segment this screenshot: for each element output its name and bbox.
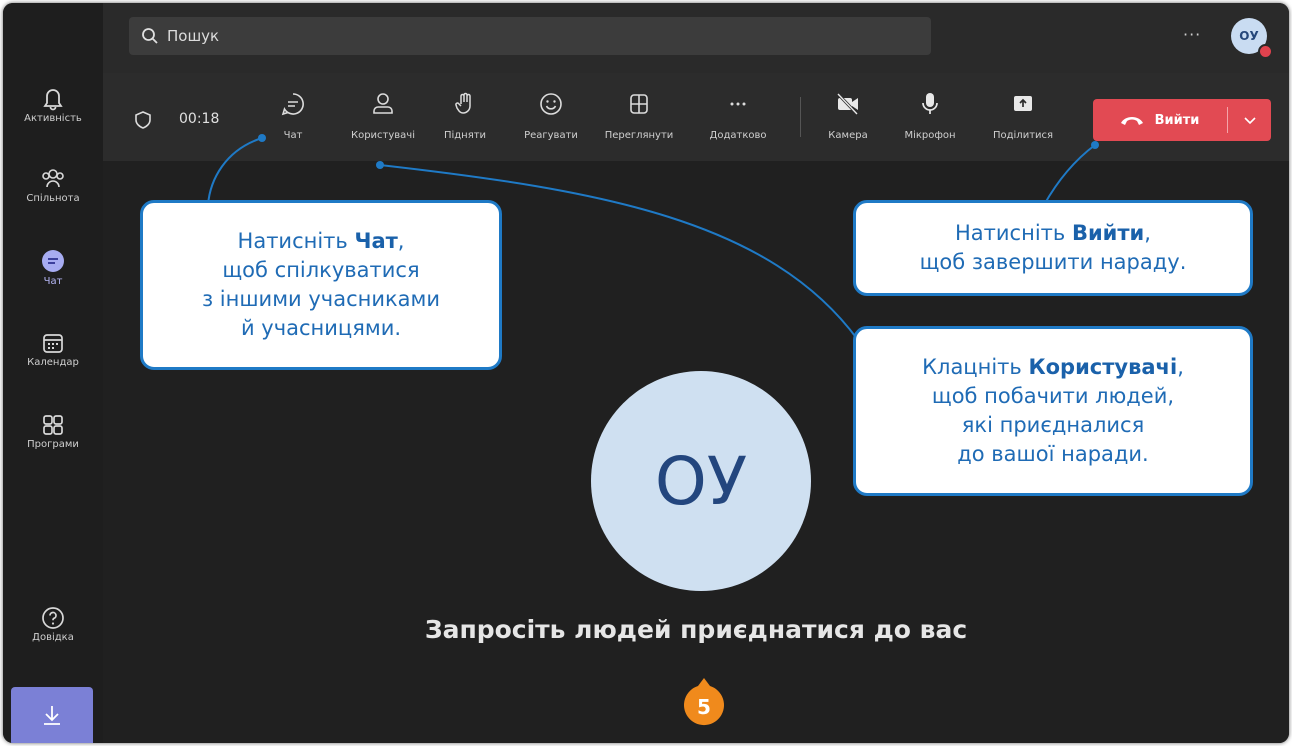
calendar-icon (43, 334, 63, 353)
status-dot (1258, 44, 1273, 59)
help-icon (42, 607, 64, 629)
rail-label: Програми (27, 439, 79, 450)
app-rail: Активність Спільнота Чат Календар Програ… (3, 3, 103, 743)
react-button[interactable]: Реагувати (519, 91, 583, 142)
rail-label: Активність (24, 113, 82, 124)
leave-main[interactable]: Вийти (1093, 99, 1225, 141)
camera-button[interactable]: Камера (823, 91, 873, 142)
share-label: Поділитися (992, 130, 1054, 141)
rail-label: Спільнота (26, 193, 80, 204)
step-badge: 5 (678, 674, 730, 726)
callout-text: з іншими учасниками (201, 287, 441, 311)
callout-text: , (397, 229, 405, 253)
chat-bubble-icon (281, 93, 304, 116)
callout-text: щоб побачити людей, (931, 384, 1175, 408)
meeting-timer: 00:18 (179, 111, 220, 127)
more-label: Додатково (709, 130, 767, 141)
microphone-icon (922, 93, 938, 114)
rail-item-apps[interactable]: Програми (3, 413, 103, 483)
people-label: Користувачі (350, 130, 415, 141)
leave-separator (1227, 107, 1228, 133)
rail-item-calendar[interactable]: Календар (3, 331, 103, 401)
toolbar-divider (800, 97, 801, 137)
callout-text: до вашої наради. (957, 442, 1149, 466)
chat-label: Чат (283, 130, 303, 141)
rail-item-activity[interactable]: Активність (3, 85, 103, 155)
download-button[interactable] (11, 687, 93, 743)
callout-text: Клацніть (922, 355, 1029, 379)
layout-icon (630, 94, 648, 114)
microphone-button[interactable]: Мікрофон (898, 91, 962, 142)
camera-off-icon (836, 92, 859, 116)
callout-bold: Користувачі (1028, 355, 1178, 379)
microphone-label: Мікрофон (904, 130, 956, 141)
leave-label: Вийти (1154, 112, 1200, 128)
community-icon (42, 169, 64, 188)
search-icon (142, 28, 158, 44)
hang-up-icon (1120, 117, 1143, 125)
shield-icon (135, 111, 151, 129)
callout-text: щоб спілкуватися (222, 258, 420, 282)
callout-text: які приєдналися (961, 413, 1145, 437)
leave-options-button[interactable] (1229, 99, 1271, 141)
rail-item-chat[interactable]: Чат (3, 248, 103, 318)
step-badge-shape: 5 (684, 678, 724, 726)
callout-text: , (1144, 221, 1151, 245)
share-screen-icon (1014, 96, 1032, 111)
ellipsis-icon (730, 102, 746, 106)
meeting-toolbar: 00:18 Чат Користувачі Підняти Реагувати … (103, 73, 1289, 161)
callout-chat: Натисніть Чат, щоб спілкуватися з іншими… (140, 200, 502, 370)
chat-icon (42, 250, 64, 272)
callout-leave: Натисніть Вийти, щоб завершити нараду. (853, 200, 1253, 296)
download-icon (44, 706, 60, 725)
chat-button[interactable]: Чат (273, 91, 313, 142)
more-options-button[interactable]: ··· (1183, 25, 1201, 44)
callout-text: Натисніть (237, 229, 355, 253)
react-label: Реагувати (524, 130, 578, 141)
participant-avatar: ОУ (591, 371, 811, 591)
rail-label: Чат (43, 276, 63, 287)
view-label: Переглянути (604, 130, 674, 141)
callout-bold: Вийти (1071, 221, 1145, 245)
callout-text: , (1177, 355, 1184, 379)
people-icon (373, 93, 393, 114)
smiley-icon (540, 93, 562, 115)
raise-hand-button[interactable]: Підняти (440, 91, 490, 142)
people-button[interactable]: Користувачі (338, 91, 428, 142)
rail-label: Довідка (32, 632, 74, 643)
invite-message: Запросіть людей приєднатися до вас (424, 615, 968, 644)
raise-hand-icon (455, 92, 471, 114)
camera-label: Камера (828, 130, 868, 141)
rail-item-help[interactable]: Довідка (3, 606, 103, 676)
search-placeholder: Пошук (167, 27, 220, 45)
more-actions-button[interactable]: Додатково (703, 91, 773, 142)
leave-button[interactable]: Вийти (1093, 99, 1271, 141)
chevron-down-icon (1244, 117, 1256, 125)
search-input[interactable]: Пошук (129, 17, 931, 55)
top-bar: Пошук ··· ОУ (103, 3, 1289, 73)
rail-label: Календар (27, 357, 79, 368)
apps-icon (43, 415, 63, 435)
callout-text: щоб завершити нараду. (919, 250, 1187, 274)
raise-hand-label: Підняти (443, 130, 487, 141)
callout-bold: Чат (354, 229, 398, 253)
callout-text: й учасницями. (240, 316, 402, 340)
share-button[interactable]: Поділитися (983, 91, 1063, 142)
rail-item-community[interactable]: Спільнота (3, 165, 103, 235)
callout-text: Натисніть (955, 221, 1072, 245)
bell-icon (43, 89, 63, 111)
view-button[interactable]: Переглянути (599, 91, 679, 142)
step-number: 5 (697, 695, 711, 719)
callout-people: Клацніть Користувачі, щоб побачити людей… (853, 326, 1253, 496)
